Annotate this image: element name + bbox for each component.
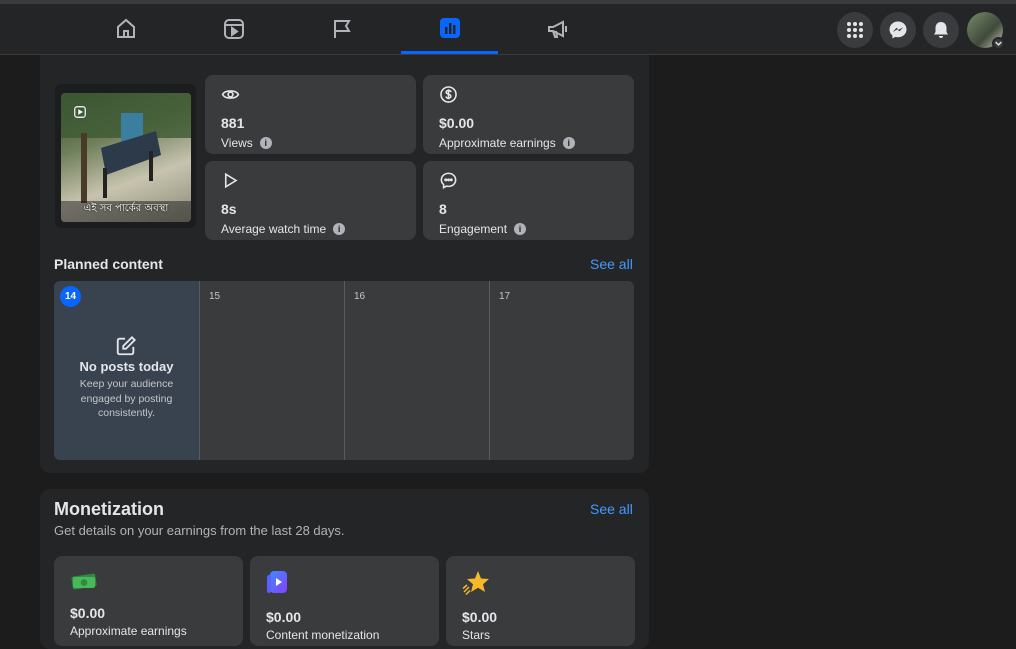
top-navigation-bar xyxy=(0,0,1016,55)
nav-tab-pages[interactable] xyxy=(293,4,390,54)
monetization-stars[interactable]: $0.00 Stars xyxy=(446,556,635,646)
post-thumbnail[interactable]: এই সব পার্কের অবস্থা xyxy=(55,84,196,228)
monetization-label: Content monetization xyxy=(266,628,380,642)
flag-icon xyxy=(333,20,351,38)
compose-icon[interactable] xyxy=(115,335,137,357)
avatar[interactable] xyxy=(967,12,1005,50)
monetization-subtitle: Get details on your earnings from the la… xyxy=(54,523,345,538)
planned-calendar: 14 No posts today Keep your audience eng… xyxy=(54,281,634,460)
messenger-icon xyxy=(889,21,907,39)
monetization-approximate-earnings[interactable]: $0.00 Approximate earnings xyxy=(54,556,243,646)
monetization-title: Monetization xyxy=(54,499,164,519)
insights-icon xyxy=(439,17,460,38)
notifications-button[interactable] xyxy=(923,12,959,48)
content-monetization-icon xyxy=(267,571,287,593)
info-icon[interactable]: i xyxy=(562,137,575,149)
stat-approximate-earnings: $0.00 Approximate earnings i xyxy=(423,75,634,154)
monetization-value: $0.00 xyxy=(462,609,498,625)
stat-value: $0.00 xyxy=(439,115,475,131)
day-number: 16 xyxy=(354,291,366,302)
stat-label: Approximate earnings xyxy=(439,136,556,150)
monetization-see-all-link[interactable]: See all xyxy=(590,501,633,517)
calendar-day[interactable]: 16 xyxy=(344,281,489,460)
stat-engagement: 8 Engagement i xyxy=(423,161,634,240)
menu-grid-icon xyxy=(847,22,863,38)
megaphone-icon xyxy=(547,20,567,38)
eye-icon xyxy=(221,90,240,99)
today-date-badge: 14 xyxy=(60,286,81,307)
dollar-icon xyxy=(440,86,457,103)
comment-icon xyxy=(440,172,457,189)
info-icon[interactable]: i xyxy=(259,137,272,149)
reel-icon xyxy=(74,106,86,118)
stat-views: 881 Views i xyxy=(205,75,416,154)
stat-value: 881 xyxy=(221,115,245,131)
play-icon xyxy=(224,172,238,189)
no-posts-text: Keep your audience engaged by posting co… xyxy=(79,378,174,419)
calendar-day[interactable]: 17 xyxy=(489,281,634,460)
monetization-label: Stars xyxy=(462,628,491,642)
messenger-button[interactable] xyxy=(880,12,916,48)
menu-grid-button[interactable] xyxy=(837,12,873,48)
thumbnail-caption: এই সব পার্কের অবস্থা xyxy=(83,203,169,214)
day-number: 15 xyxy=(209,291,221,302)
info-icon[interactable]: i xyxy=(514,223,527,235)
video-icon xyxy=(223,19,244,39)
monetization-content-monetization[interactable]: $0.00 Content monetization xyxy=(250,556,439,646)
nav-tab-ads[interactable] xyxy=(509,4,606,54)
stat-label: Engagement xyxy=(439,222,508,236)
account-chevron-down-icon[interactable] xyxy=(992,37,1005,50)
info-icon[interactable]: i xyxy=(333,223,346,235)
calendar-day[interactable]: 15 xyxy=(199,281,344,460)
planned-content-title: Planned content xyxy=(54,256,163,272)
stat-average-watch-time: 8s Average watch time i xyxy=(205,161,416,240)
stat-value: 8 xyxy=(439,201,447,217)
nav-tab-insights[interactable] xyxy=(401,4,498,54)
no-posts-title: No posts today xyxy=(79,359,174,374)
stat-label: Average watch time xyxy=(221,222,327,236)
nav-tab-home[interactable] xyxy=(77,4,174,54)
monetization-value: $0.00 xyxy=(266,609,302,625)
star-icon xyxy=(462,571,489,596)
planned-see-all-link[interactable]: See all xyxy=(590,256,633,272)
nav-tab-video[interactable] xyxy=(185,4,282,54)
monetization-label: Approximate earnings xyxy=(70,624,187,638)
calendar-day-today[interactable]: 14 No posts today Keep your audience eng… xyxy=(54,281,199,460)
stat-value: 8s xyxy=(221,201,237,217)
monetization-value: $0.00 xyxy=(70,605,106,621)
stat-label: Views xyxy=(221,136,253,150)
money-icon xyxy=(71,573,97,590)
home-icon xyxy=(116,18,135,38)
day-number: 17 xyxy=(499,291,511,302)
bell-icon xyxy=(934,22,948,38)
